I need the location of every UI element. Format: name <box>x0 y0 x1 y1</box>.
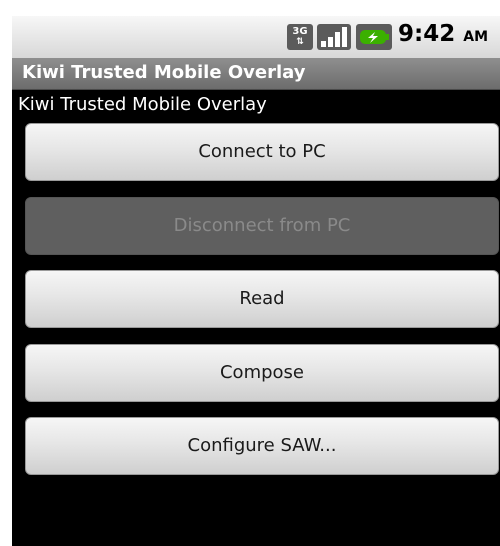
compose-button[interactable]: Compose <box>25 344 499 402</box>
app-title: Kiwi Trusted Mobile Overlay <box>22 62 306 83</box>
disconnect-from-pc-button: Disconnect from PC <box>25 197 499 255</box>
app-label: Kiwi Trusted Mobile Overlay <box>18 94 267 115</box>
clock-ampm: AM <box>463 29 489 45</box>
clock-time: 9:42 <box>398 21 456 47</box>
status-time: 9:42 AM <box>398 21 488 47</box>
app-title-bar: Kiwi Trusted Mobile Overlay <box>12 58 500 90</box>
connect-to-pc-button[interactable]: Connect to PC <box>25 123 499 181</box>
configure-saw-button[interactable]: Configure SAW... <box>25 417 499 475</box>
network-badge-label: 3G <box>292 26 308 37</box>
status-bar: 3G ⇅ 9:42 AM <box>12 16 500 58</box>
phone-screen: 3G ⇅ 9:42 AM Kiwi Trusted Mobile Overlay… <box>12 16 500 546</box>
network-3g-icon: 3G ⇅ <box>287 24 313 50</box>
signal-icon <box>317 24 351 50</box>
battery-charging-icon <box>356 24 392 50</box>
read-button[interactable]: Read <box>25 270 499 328</box>
